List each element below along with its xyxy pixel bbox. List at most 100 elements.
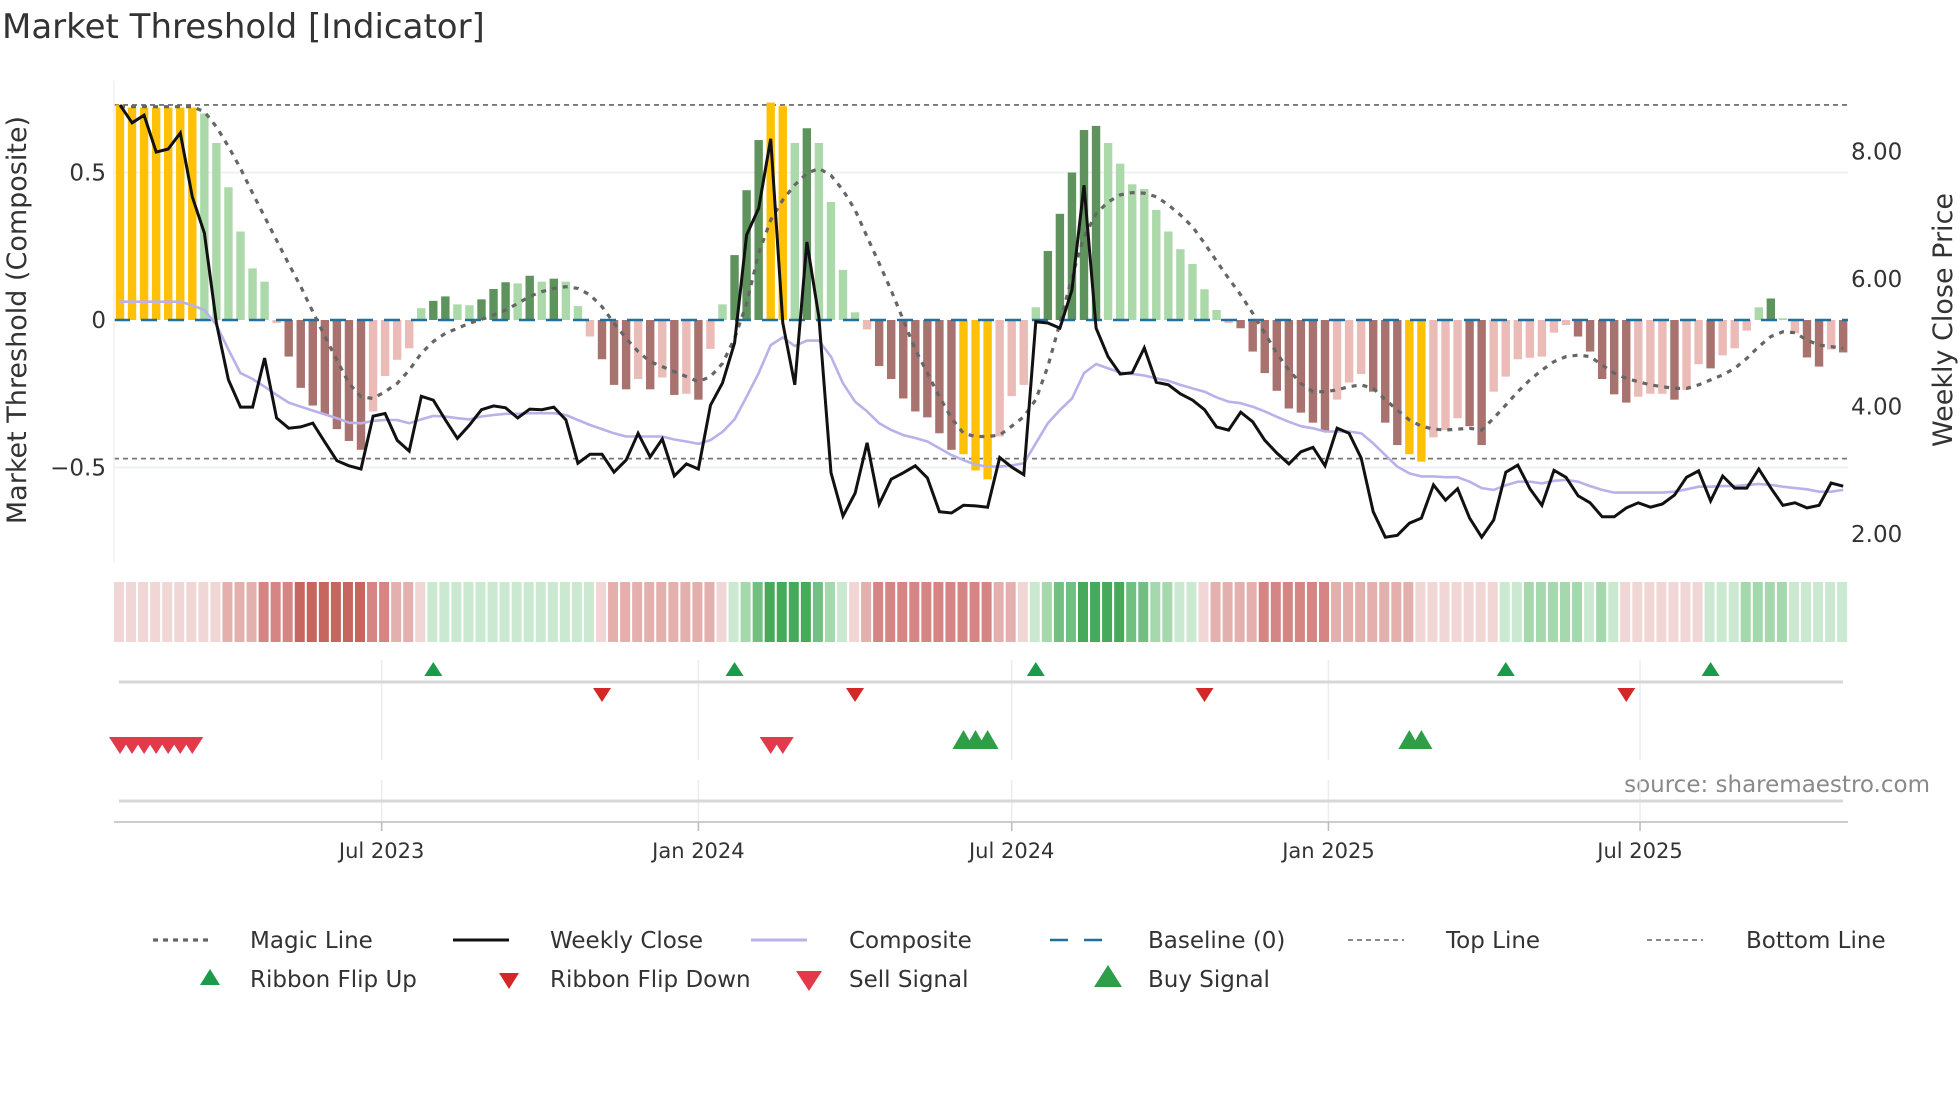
histogram-bar <box>1501 320 1510 377</box>
legend-item-flip_down: Ribbon Flip Down <box>499 967 751 993</box>
magic-line <box>120 105 1844 439</box>
histogram-bar <box>1561 320 1571 326</box>
histogram-bar <box>441 296 450 320</box>
ribbon-cell <box>559 582 570 642</box>
histogram-bar <box>1164 231 1173 320</box>
legend-buy-icon <box>1094 965 1122 987</box>
ribbon-cell <box>704 582 715 642</box>
ribbon-flip-up-marker <box>1496 662 1515 676</box>
ribbon-cell <box>583 582 594 642</box>
histogram-bar <box>1429 320 1438 438</box>
ribbon-cell <box>776 582 787 642</box>
histogram-bar <box>1188 263 1197 320</box>
histogram-bar <box>947 320 956 450</box>
histogram-bar <box>380 320 390 377</box>
ribbon-cell <box>1258 582 1269 642</box>
ribbon-cell <box>1379 582 1390 642</box>
ribbon-cell <box>1644 582 1655 642</box>
histogram-bar <box>1513 320 1522 360</box>
legend-label: Magic Line <box>250 928 373 954</box>
ribbon-cell <box>535 582 546 642</box>
ribbon-flip-up-marker <box>1701 662 1720 676</box>
legend-item-bottom: Bottom Line <box>1647 928 1886 954</box>
histogram-bar <box>320 320 330 415</box>
legend-item-sell: Sell Signal <box>796 967 969 993</box>
ribbon-cell <box>1270 582 1281 642</box>
ribbon-cell <box>282 582 293 642</box>
histogram-bar <box>1682 320 1691 390</box>
histogram-bar <box>585 320 595 337</box>
ribbon-cell <box>1572 582 1583 642</box>
y-axis-right-label: Weekly Close Price <box>1928 193 1959 447</box>
histogram-bar <box>1622 320 1631 403</box>
histogram-bar <box>1441 320 1450 431</box>
ribbon-cell <box>246 582 257 642</box>
ribbon-cell <box>969 582 980 642</box>
ribbon-cell <box>355 582 365 642</box>
legend-flip-up-icon <box>200 969 220 985</box>
histogram-bar <box>1140 189 1149 320</box>
ribbon-cell <box>873 582 884 642</box>
histogram-bar <box>694 320 703 400</box>
ribbon-cell <box>656 582 667 642</box>
histogram-bar <box>670 320 679 395</box>
ribbon-cell <box>258 582 269 642</box>
y-tick-label-right: 4.00 <box>1851 395 1902 421</box>
ribbon-cell <box>1367 582 1378 642</box>
ribbon-cell <box>596 582 606 642</box>
histogram-bar <box>1610 320 1619 395</box>
ribbon-cell <box>632 582 643 642</box>
histogram-bar <box>874 320 884 367</box>
ribbon-cell <box>957 582 968 642</box>
ribbon-cell <box>1017 582 1028 642</box>
ribbon-cell <box>1210 582 1221 642</box>
histogram-bar <box>935 320 944 434</box>
legend-label: Baseline (0) <box>1148 928 1285 954</box>
histogram-bar <box>1344 320 1354 383</box>
ribbon-cell <box>1776 582 1787 642</box>
histogram-bar <box>308 320 317 406</box>
ribbon-cell <box>1282 582 1293 642</box>
ribbon-cell <box>849 582 860 642</box>
histogram-bar <box>983 320 992 480</box>
ribbon-cell <box>1319 582 1329 642</box>
ribbon-cell <box>162 582 173 642</box>
histogram-bar <box>1465 320 1474 427</box>
histogram-bar <box>115 104 125 321</box>
histogram-bar <box>923 320 932 418</box>
histogram-bar <box>1658 320 1667 394</box>
ribbon-cell <box>1788 582 1799 642</box>
legend-item-composite: Composite <box>751 928 972 954</box>
histogram-bar <box>1477 320 1486 446</box>
histogram-bar <box>1742 320 1751 331</box>
ribbon-cell <box>981 582 992 642</box>
histogram-bar <box>200 113 209 320</box>
legend-flip-down-icon <box>499 973 519 989</box>
histogram-bar <box>1417 320 1426 462</box>
ribbon-cell <box>800 582 811 642</box>
ribbon-flip-down-marker <box>593 688 611 702</box>
histogram-bar <box>296 320 305 388</box>
histogram-bar <box>911 320 920 412</box>
histogram-bar <box>1356 320 1366 374</box>
histogram-bar <box>188 107 197 320</box>
ribbon-cell <box>547 582 558 642</box>
ribbon-cell <box>439 582 450 642</box>
legend-item-top: Top Line <box>1348 928 1540 954</box>
ribbon-cell <box>1331 582 1342 642</box>
ribbon-cell <box>1090 582 1101 642</box>
histogram-bars <box>115 102 1848 480</box>
histogram-bar <box>1814 320 1824 367</box>
ribbon-cell <box>861 582 872 642</box>
ribbon-cell <box>1656 582 1667 642</box>
ribbon-cell <box>174 582 185 642</box>
legend-item-buy: Buy Signal <box>1094 965 1270 993</box>
ribbon-cell <box>824 582 835 642</box>
ribbon-cell <box>1126 582 1137 642</box>
ribbon-cell <box>571 582 582 642</box>
grid <box>114 104 1848 822</box>
ribbon-cell <box>270 582 281 642</box>
ribbon-cell <box>330 582 341 642</box>
histogram-bar <box>1115 163 1125 320</box>
ribbon-cell <box>1451 582 1462 642</box>
